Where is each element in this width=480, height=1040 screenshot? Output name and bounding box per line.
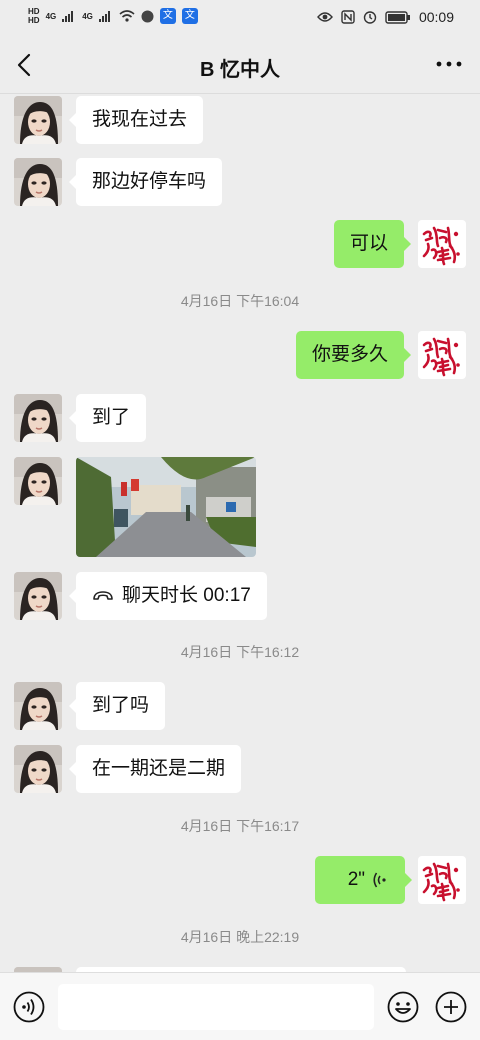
- alarm-icon: [363, 11, 377, 24]
- browser-icon: [141, 10, 154, 22]
- status-time: 00:09: [418, 9, 454, 25]
- eye-icon: [317, 12, 333, 22]
- voice-message-bubble[interactable]: 2": [315, 856, 412, 904]
- image-message[interactable]: [76, 457, 256, 557]
- contact-avatar[interactable]: [14, 682, 62, 730]
- timestamp: 4月16日 下午16:12: [180, 644, 300, 660]
- message-bubble[interactable]: 我现在过去: [68, 96, 204, 144]
- timestamp: 4月16日 下午16:04: [180, 293, 300, 309]
- emoji-icon[interactable]: [387, 991, 419, 1023]
- voice-duration: 2": [347, 869, 365, 890]
- network-4g-2: 4G: [82, 11, 93, 21]
- contact-avatar[interactable]: [14, 457, 62, 505]
- contact-avatar[interactable]: [14, 394, 62, 442]
- contact-avatar[interactable]: [14, 572, 62, 620]
- chat-header: B 忆中人: [0, 36, 480, 94]
- wifi-icon: [119, 10, 135, 22]
- plus-icon[interactable]: [435, 991, 467, 1023]
- status-right: 00:09: [317, 9, 454, 25]
- contact-avatar[interactable]: [14, 745, 62, 793]
- chat-title: B 忆中人: [200, 59, 280, 81]
- contact-avatar[interactable]: [14, 96, 62, 144]
- call-record-bubble[interactable]: 聊天时长 00:17: [69, 572, 267, 620]
- signal-icon: [62, 11, 74, 22]
- more-dots-icon[interactable]: [436, 54, 462, 74]
- message-bubble[interactable]: 到了: [68, 394, 147, 442]
- self-avatar[interactable]: [418, 856, 466, 904]
- self-avatar[interactable]: [418, 331, 466, 379]
- nfc-icon: [341, 10, 355, 24]
- hd-badge-2: HD: [28, 16, 40, 25]
- self-avatar[interactable]: [418, 220, 466, 268]
- hd-badges: HD HD: [28, 7, 40, 25]
- voice-input-icon[interactable]: [13, 991, 45, 1023]
- message-bubble[interactable]: 在一期还是二期: [68, 745, 242, 793]
- battery-icon: [385, 10, 410, 24]
- input-bar: [0, 972, 480, 1040]
- signal-icon: [98, 11, 110, 22]
- message-bubble[interactable]: 到了吗: [68, 682, 166, 730]
- voice-wave-icon: [373, 872, 386, 888]
- message-bubble[interactable]: 那边好停车吗: [68, 158, 223, 206]
- network-4g-1: 4G: [45, 11, 57, 21]
- status-bar: HD HD 4G 4G 文 文 00:09: [0, 0, 480, 36]
- message-bubble[interactable]: 你要多久: [295, 331, 412, 379]
- timestamp: 4月16日 下午16:17: [180, 818, 300, 834]
- call-duration: 聊天时长 00:17: [122, 585, 251, 606]
- phone-hangup-icon: [93, 591, 113, 600]
- app-badge-2: 文: [181, 8, 198, 24]
- message-bubble[interactable]: 可以: [333, 220, 412, 268]
- timestamp: 4月16日 晚上22:19: [180, 929, 300, 945]
- hd-badge-1: HD: [28, 7, 40, 16]
- contact-avatar[interactable]: [14, 158, 62, 206]
- message-list[interactable]: 我现在过去 那边好停车吗 可以 4月16日 下午16:04 你要多久 到了 聊天…: [0, 94, 480, 972]
- status-left: HD HD 4G 4G 文 文: [28, 7, 198, 25]
- app-badge-1: 文: [159, 8, 176, 24]
- message-input[interactable]: [58, 984, 374, 1030]
